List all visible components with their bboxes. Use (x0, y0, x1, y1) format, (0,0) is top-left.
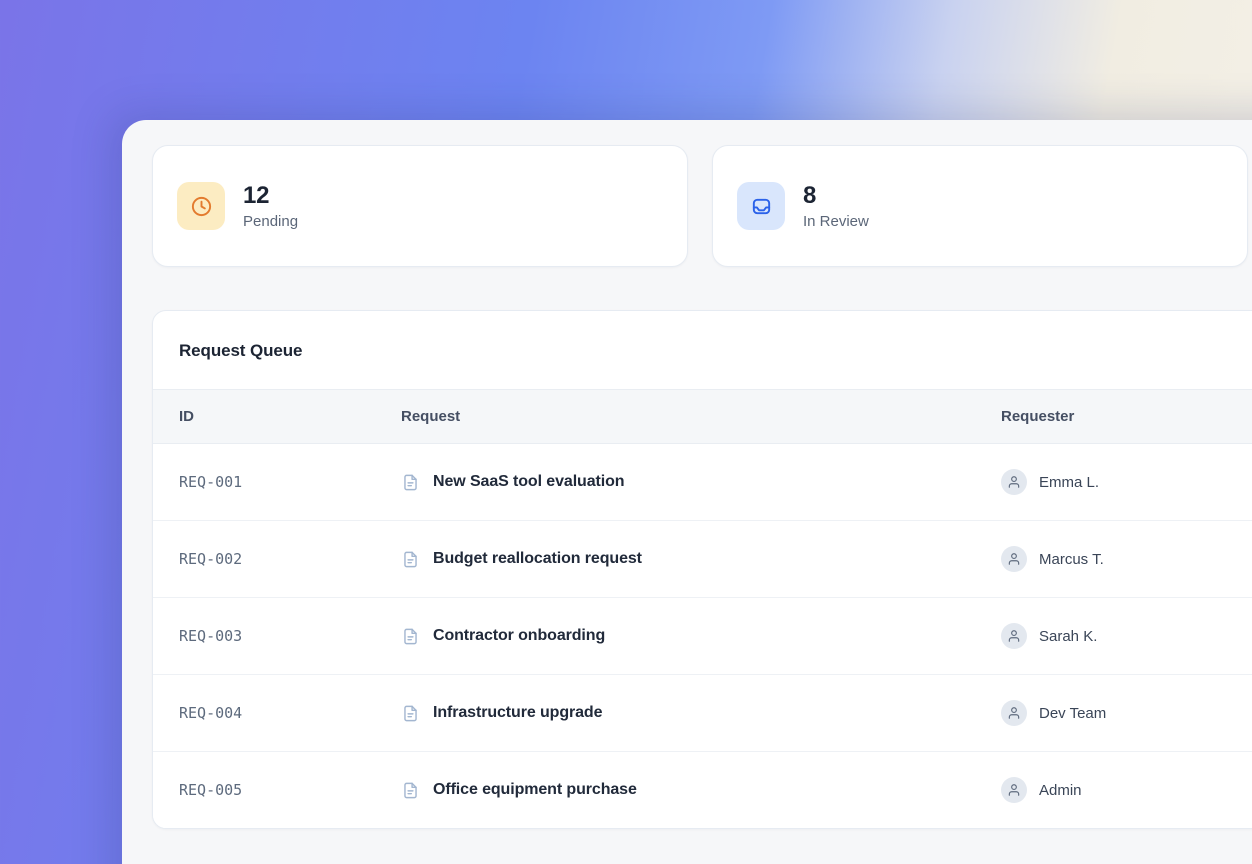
table-header-row: ID Request Requester (153, 389, 1252, 444)
row-request-label: Contractor onboarding (433, 627, 605, 645)
row-requester-name: Admin (1039, 782, 1082, 799)
avatar (1001, 469, 1027, 495)
row-requester-name: Marcus T. (1039, 551, 1104, 568)
avatar (1001, 623, 1027, 649)
stat-card-pending: 12 Pending (152, 145, 688, 267)
request-queue-card: Request Queue ID Request Requester REQ-0… (152, 310, 1252, 829)
table-row[interactable]: REQ-001 New SaaS tool evaluation Emma L. (153, 444, 1252, 521)
stat-text: 8 In Review (803, 182, 869, 230)
stat-label-in-review: In Review (803, 213, 869, 230)
document-icon (401, 473, 420, 492)
column-header-requester: Requester (1001, 408, 1252, 425)
avatar (1001, 777, 1027, 803)
row-requester-name: Emma L. (1039, 474, 1099, 491)
stat-text: 12 Pending (243, 182, 298, 230)
row-id: REQ-005 (179, 781, 401, 799)
column-header-id: ID (179, 408, 401, 425)
row-id: REQ-004 (179, 704, 401, 722)
stat-value-in-review: 8 (803, 182, 869, 210)
document-icon (401, 627, 420, 646)
row-id: REQ-003 (179, 627, 401, 645)
row-id: REQ-001 (179, 473, 401, 491)
row-request-label: Office equipment purchase (433, 781, 637, 799)
document-icon (401, 704, 420, 723)
table-row[interactable]: REQ-005 Office equipment purchase Admin (153, 752, 1252, 828)
avatar (1001, 546, 1027, 572)
document-icon (401, 550, 420, 569)
dashboard-panel: 12 Pending 8 In Review Request Queue ID … (122, 120, 1252, 864)
avatar (1001, 700, 1027, 726)
clock-icon (177, 182, 225, 230)
stats-row: 12 Pending 8 In Review (152, 145, 1252, 267)
inbox-icon (737, 182, 785, 230)
document-icon (401, 781, 420, 800)
row-request-label: Budget reallocation request (433, 550, 642, 568)
row-request-label: New SaaS tool evaluation (433, 473, 624, 491)
stat-value-pending: 12 (243, 182, 298, 210)
table-row[interactable]: REQ-003 Contractor onboarding Sarah K. (153, 598, 1252, 675)
row-requester-name: Dev Team (1039, 705, 1106, 722)
row-request-label: Infrastructure upgrade (433, 704, 602, 722)
table-row[interactable]: REQ-002 Budget reallocation request Marc… (153, 521, 1252, 598)
row-id: REQ-002 (179, 550, 401, 568)
table-title: Request Queue (153, 311, 1252, 389)
column-header-request: Request (401, 408, 1001, 425)
table-row[interactable]: REQ-004 Infrastructure upgrade Dev Team (153, 675, 1252, 752)
stat-label-pending: Pending (243, 213, 298, 230)
row-requester-name: Sarah K. (1039, 628, 1097, 645)
stat-card-in-review: 8 In Review (712, 145, 1248, 267)
table-body: REQ-001 New SaaS tool evaluation Emma L. (153, 444, 1252, 828)
